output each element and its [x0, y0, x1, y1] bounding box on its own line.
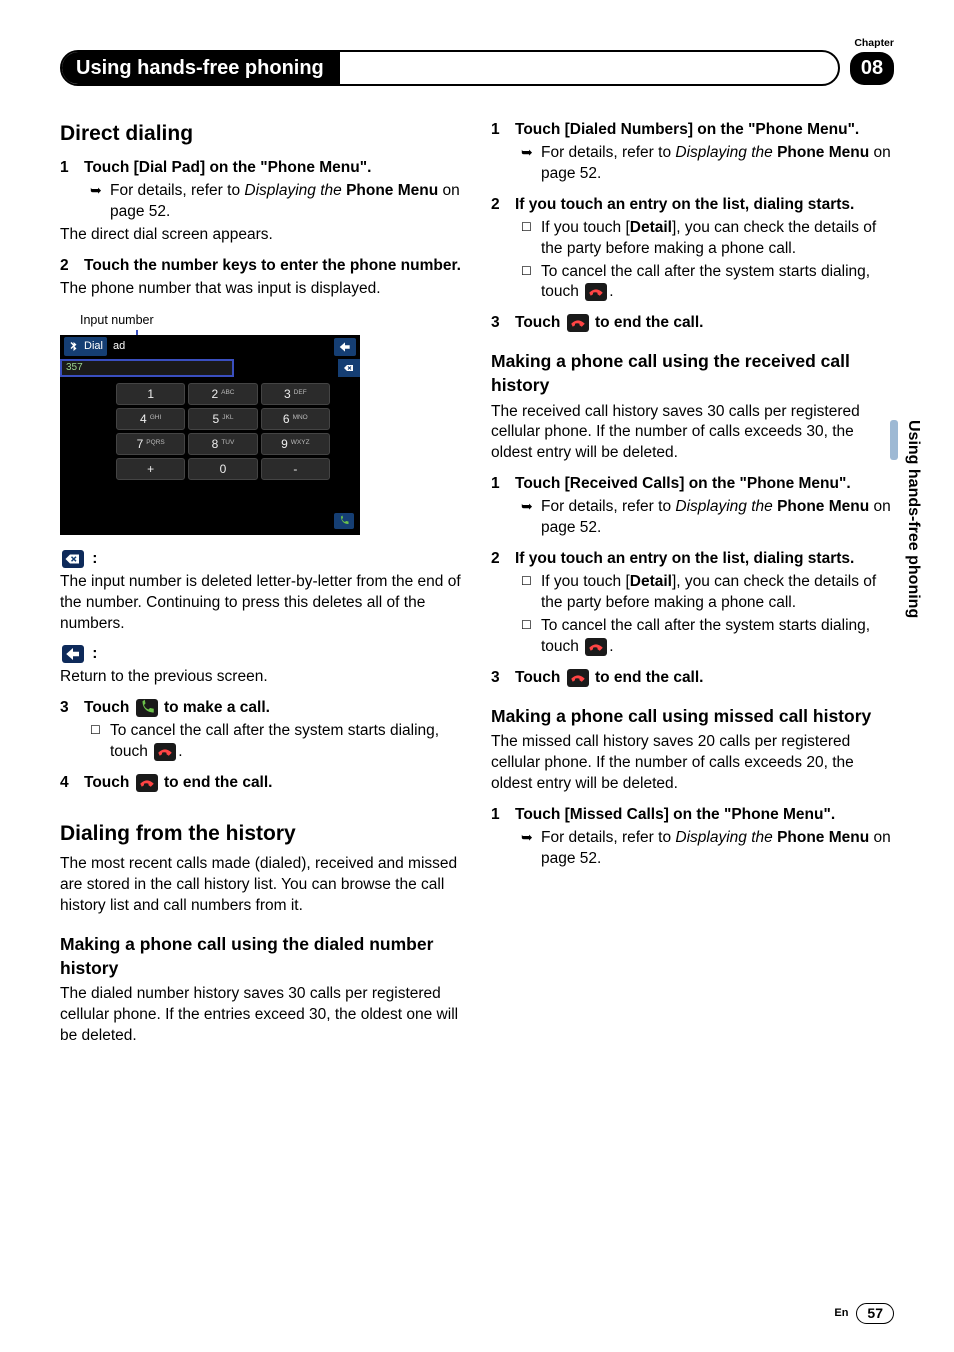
end-call-icon[interactable]: [585, 638, 607, 656]
heading-received-history: Making a phone call using the received c…: [491, 350, 894, 397]
dialpad-back-button[interactable]: [334, 338, 356, 356]
back-icon-desc: Return to the previous screen.: [60, 667, 463, 688]
page-header: Chapter Using hands-free phoning 08: [60, 50, 894, 86]
side-tab: Using hands-free phoning: [902, 420, 924, 720]
delete-icon-desc: The input number is deleted letter-by-le…: [60, 572, 463, 635]
step-3: 3Touch to make a call.: [60, 698, 463, 719]
step-1: 1Touch [Dial Pad] on the "Phone Menu".: [60, 158, 463, 179]
received-step-2: 2If you touch an entry on the list, dial…: [491, 549, 894, 570]
received-step-3: 3Touch to end the call.: [491, 668, 894, 689]
side-tab-text: Using hands-free phoning: [905, 420, 922, 618]
dialpad-illustration: Dial ad 357 12ABC3DEF 4GHI5JKL6MNO 7PQRS8T…: [60, 335, 360, 535]
step-1-result: The direct dial screen appears.: [60, 225, 463, 246]
dialpad-dial-tab[interactable]: Dial: [64, 337, 107, 356]
dialpad-key[interactable]: 7PQRS: [116, 433, 185, 455]
received-step-1-detail: For details, refer to Displaying the Pho…: [521, 497, 894, 539]
missed-step-1: 1Touch [Missed Calls] on the "Phone Menu…: [491, 805, 894, 826]
step-2-result: The phone number that was input is displ…: [60, 279, 463, 300]
dialpad-number-display: 357: [60, 359, 234, 377]
received-step-2-note2: To cancel the call after the system star…: [521, 616, 894, 658]
right-column: 1Touch [Dialed Numbers] on the "Phone Me…: [491, 110, 894, 1049]
dialpad-key[interactable]: 5JKL: [188, 408, 257, 430]
end-call-icon[interactable]: [136, 774, 158, 792]
step-4: 4Touch to end the call.: [60, 773, 463, 794]
header-title-pill: Using hands-free phoning: [60, 50, 840, 86]
side-tab-marker: [890, 420, 898, 460]
page: Chapter Using hands-free phoning 08 Dire…: [0, 0, 954, 1352]
dialpad-key[interactable]: 8TUV: [188, 433, 257, 455]
heading-missed-history: Making a phone call using missed call hi…: [491, 705, 894, 729]
dialed-step-1-detail: For details, refer to Displaying the Pho…: [521, 143, 894, 185]
heading-direct-dialing: Direct dialing: [60, 120, 463, 148]
dialed-step-2: 2If you touch an entry on the list, dial…: [491, 195, 894, 216]
dialpad-delete-button[interactable]: [338, 359, 360, 377]
dialpad-key-grid: 12ABC3DEF 4GHI5JKL6MNO 7PQRS8TUV9WXYZ +0-: [116, 383, 330, 480]
dialpad-key[interactable]: -: [261, 458, 330, 480]
call-icon[interactable]: [136, 699, 158, 717]
dialed-step-2-note1: If you touch [Detail], you can check the…: [521, 218, 894, 260]
footer-lang: En: [834, 1306, 848, 1321]
end-call-icon[interactable]: [154, 743, 176, 761]
dialpad-key[interactable]: 9WXYZ: [261, 433, 330, 455]
dialpad-key[interactable]: 1: [116, 383, 185, 405]
heading-history: Dialing from the history: [60, 820, 463, 848]
end-call-icon[interactable]: [585, 283, 607, 301]
dialpad-key[interactable]: +: [116, 458, 185, 480]
delete-icon-line: :: [60, 549, 463, 570]
chapter-label: Chapter: [854, 36, 894, 50]
missed-intro: The missed call history saves 20 calls p…: [491, 732, 894, 795]
dialpad-call-button[interactable]: [334, 513, 354, 529]
dialed-history-intro: The dialed number history saves 30 calls…: [60, 984, 463, 1047]
chapter-number: 08: [850, 52, 894, 85]
back-icon[interactable]: [62, 645, 84, 663]
dialpad-key[interactable]: 4GHI: [116, 408, 185, 430]
page-title: Using hands-free phoning: [60, 50, 340, 86]
delete-icon[interactable]: [62, 550, 84, 568]
dialed-step-2-note2: To cancel the call after the system star…: [521, 262, 894, 304]
illustration-label: Input number: [80, 312, 463, 329]
heading-dialed-history: Making a phone call using the dialed num…: [60, 933, 463, 980]
history-intro: The most recent calls made (dialed), rec…: [60, 854, 463, 917]
dialed-step-1: 1Touch [Dialed Numbers] on the "Phone Me…: [491, 120, 894, 141]
received-step-1: 1Touch [Received Calls] on the "Phone Me…: [491, 474, 894, 495]
received-intro: The received call history saves 30 calls…: [491, 402, 894, 465]
left-column: Direct dialing 1Touch [Dial Pad] on the …: [60, 110, 463, 1049]
page-footer: En 57: [834, 1303, 894, 1324]
back-icon-line: :: [60, 644, 463, 665]
dialpad-key[interactable]: 2ABC: [188, 383, 257, 405]
end-call-icon[interactable]: [567, 669, 589, 687]
footer-page: 57: [856, 1303, 894, 1324]
end-call-icon[interactable]: [567, 314, 589, 332]
step-3-note: To cancel the call after the system star…: [90, 721, 463, 763]
dialpad-key[interactable]: 3DEF: [261, 383, 330, 405]
step-1-detail: For details, refer to Displaying the Pho…: [90, 181, 463, 223]
dialpad-key[interactable]: 0: [188, 458, 257, 480]
dialpad-key[interactable]: 6MNO: [261, 408, 330, 430]
step-2: 2Touch the number keys to enter the phon…: [60, 256, 463, 277]
missed-step-1-detail: For details, refer to Displaying the Pho…: [521, 828, 894, 870]
received-step-2-note1: If you touch [Detail], you can check the…: [521, 572, 894, 614]
dialpad-pad-fragment: ad: [113, 339, 125, 354]
dialed-step-3: 3Touch to end the call.: [491, 313, 894, 334]
